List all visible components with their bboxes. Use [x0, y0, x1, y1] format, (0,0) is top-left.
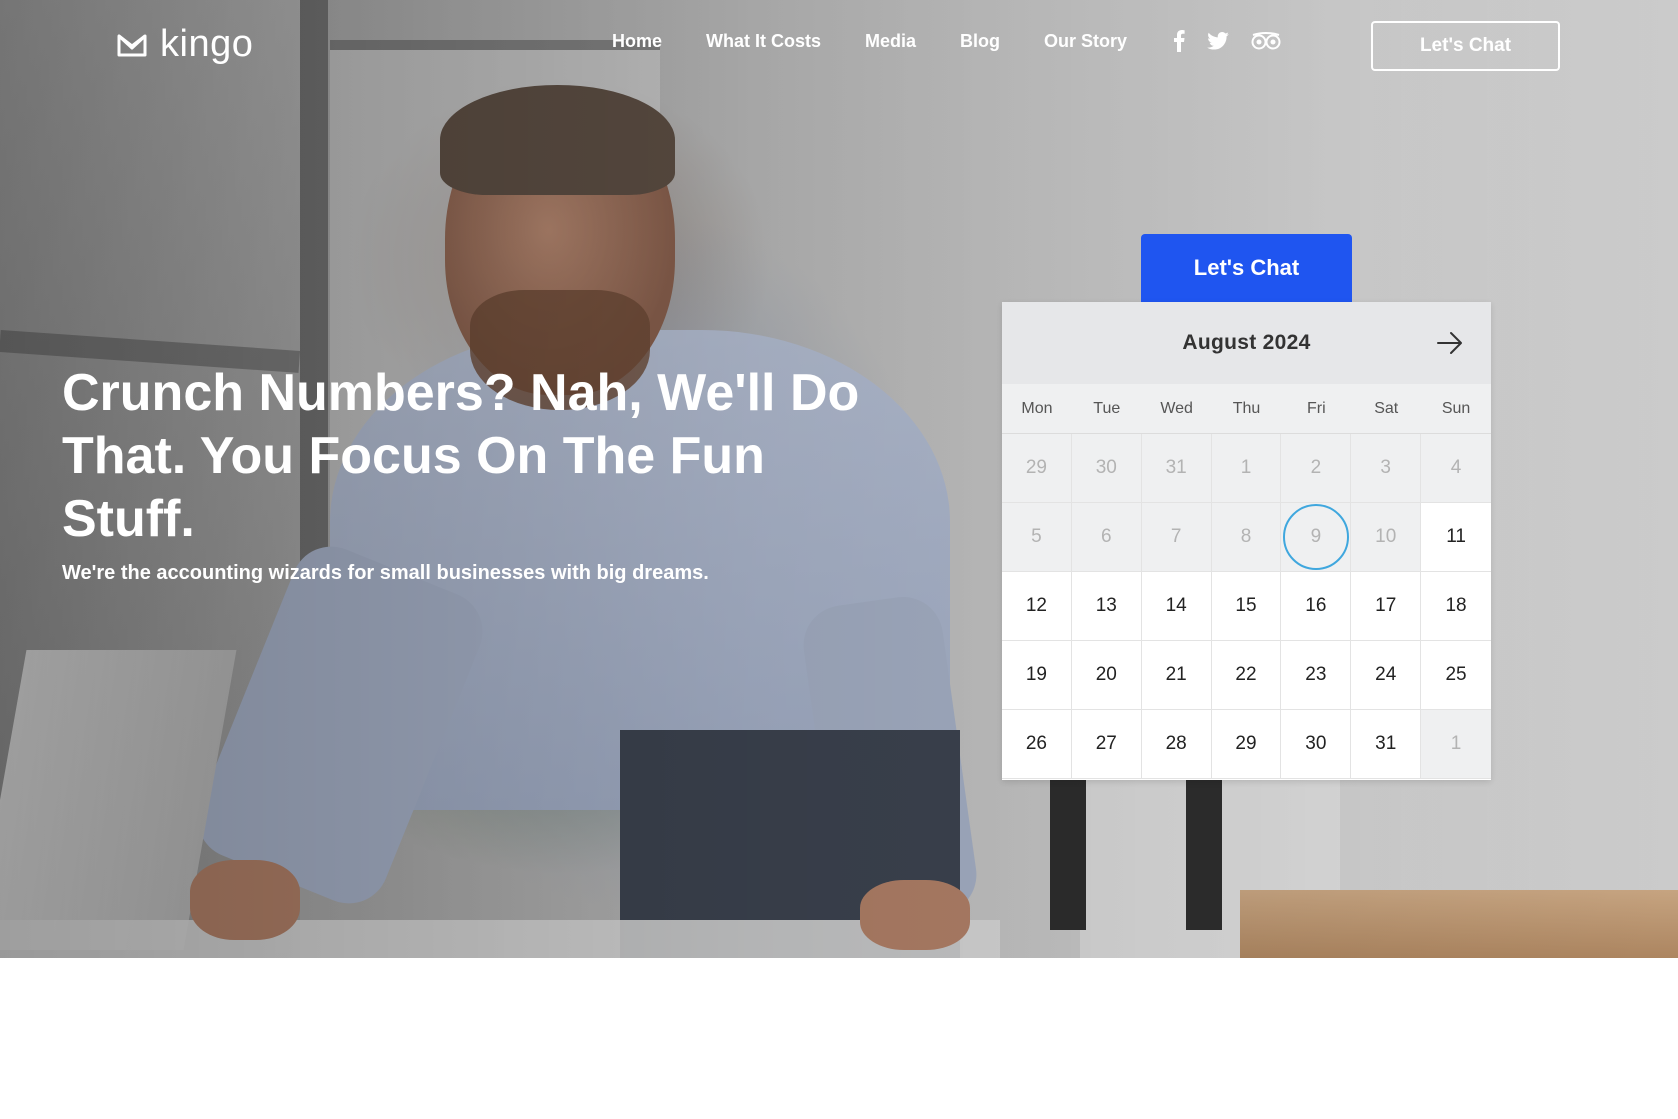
logo-text: kingo: [160, 22, 254, 65]
calendar-day-available[interactable]: 26: [1002, 710, 1072, 779]
weekday-label: Sat: [1374, 399, 1399, 417]
hero-headline: Crunch Numbers? Nah, We'll Do That. You …: [62, 364, 860, 548]
calendar-day-available[interactable]: 18: [1421, 572, 1491, 641]
calendar-days-grid: 29 30 31 1 2 3 4 5 6 7 8 9 10 11 12 13 14 15 16 17 18 19 20 21 2…: [1002, 434, 1491, 779]
calendar-day-unavailable: 5: [1002, 503, 1072, 572]
calendar-day-available[interactable]: 29: [1211, 710, 1282, 779]
hero-subline: We're the accounting wizards for small b…: [62, 562, 709, 584]
weekday-label: Thu: [1232, 399, 1261, 417]
calendar-day-unavailable: 10: [1351, 503, 1422, 572]
calendar-header: August 2024: [1002, 302, 1491, 384]
arrow-right-icon[interactable]: [1435, 328, 1465, 358]
calendar-day-available[interactable]: 28: [1141, 710, 1212, 779]
calendar-day-unavailable: 4: [1421, 434, 1491, 503]
calendar-day-available[interactable]: 27: [1071, 710, 1142, 779]
crown-icon: [117, 34, 147, 57]
calendar-day-unavailable: 6: [1071, 503, 1142, 572]
calendar-day-available[interactable]: 31: [1351, 710, 1422, 779]
nav-link-home[interactable]: Home: [612, 31, 662, 52]
main-nav: Home What It Costs Media Blog Our Story: [612, 30, 1281, 52]
weekday-label: Wed: [1160, 399, 1193, 417]
calendar-day-unavailable: 29: [1002, 434, 1072, 503]
calendar-day-available[interactable]: 25: [1421, 641, 1491, 710]
header-chat-button[interactable]: Let's Chat: [1371, 21, 1560, 71]
chat-tab-button[interactable]: Let's Chat: [1141, 234, 1352, 302]
weekday-label: Fri: [1307, 399, 1326, 417]
weekday-label: Tue: [1093, 399, 1121, 417]
calendar-day-unavailable: 1: [1421, 710, 1491, 779]
calendar-day-available[interactable]: 22: [1211, 641, 1282, 710]
calendar-day-unavailable: 7: [1141, 503, 1212, 572]
booking-calendar: August 2024 Mon Tue Wed Thu Fri Sat Sun …: [1002, 302, 1491, 780]
nav-link-our-story[interactable]: Our Story: [1044, 31, 1127, 52]
calendar-day-available[interactable]: 17: [1351, 572, 1422, 641]
calendar-day-available[interactable]: 13: [1071, 572, 1142, 641]
calendar-day-available[interactable]: 20: [1071, 641, 1142, 710]
calendar-day-unavailable: 1: [1211, 434, 1282, 503]
calendar-day-unavailable: 8: [1211, 503, 1282, 572]
nav-link-media[interactable]: Media: [865, 31, 916, 52]
nav-link-what-it-costs[interactable]: What It Costs: [706, 31, 821, 52]
tripadvisor-icon[interactable]: [1251, 32, 1281, 50]
logo-link[interactable]: kingo: [116, 22, 253, 66]
weekday-label: Sun: [1441, 399, 1471, 417]
calendar-day-available[interactable]: 16: [1281, 572, 1352, 641]
calendar-day-available[interactable]: 21: [1141, 641, 1212, 710]
calendar-day-available[interactable]: 24: [1351, 641, 1422, 710]
calendar-weekday-row: Mon Tue Wed Thu Fri Sat Sun: [1002, 384, 1491, 434]
calendar-day-available[interactable]: 15: [1211, 572, 1282, 641]
nav-link-blog[interactable]: Blog: [960, 31, 1000, 52]
calendar-day-today: 9: [1281, 503, 1352, 572]
calendar-day-unavailable: 31: [1141, 434, 1212, 503]
calendar-month-label: August 2024: [1182, 331, 1311, 354]
calendar-day-available[interactable]: 30: [1281, 710, 1352, 779]
facebook-icon[interactable]: [1173, 30, 1185, 52]
calendar-day-available[interactable]: 14: [1141, 572, 1212, 641]
weekday-label: Mon: [1021, 399, 1053, 417]
twitter-icon[interactable]: [1207, 32, 1229, 50]
calendar-day-unavailable: 3: [1351, 434, 1422, 503]
social-links: [1173, 30, 1281, 52]
calendar-day-unavailable: 2: [1281, 434, 1352, 503]
hero-section: kingo Home What It Costs Media Blog Our …: [0, 0, 1678, 958]
calendar-day-available[interactable]: 23: [1281, 641, 1352, 710]
calendar-day-available[interactable]: 19: [1002, 641, 1072, 710]
calendar-day-available[interactable]: 11: [1421, 503, 1491, 572]
calendar-day-available[interactable]: 12: [1002, 572, 1072, 641]
calendar-day-unavailable: 30: [1071, 434, 1142, 503]
